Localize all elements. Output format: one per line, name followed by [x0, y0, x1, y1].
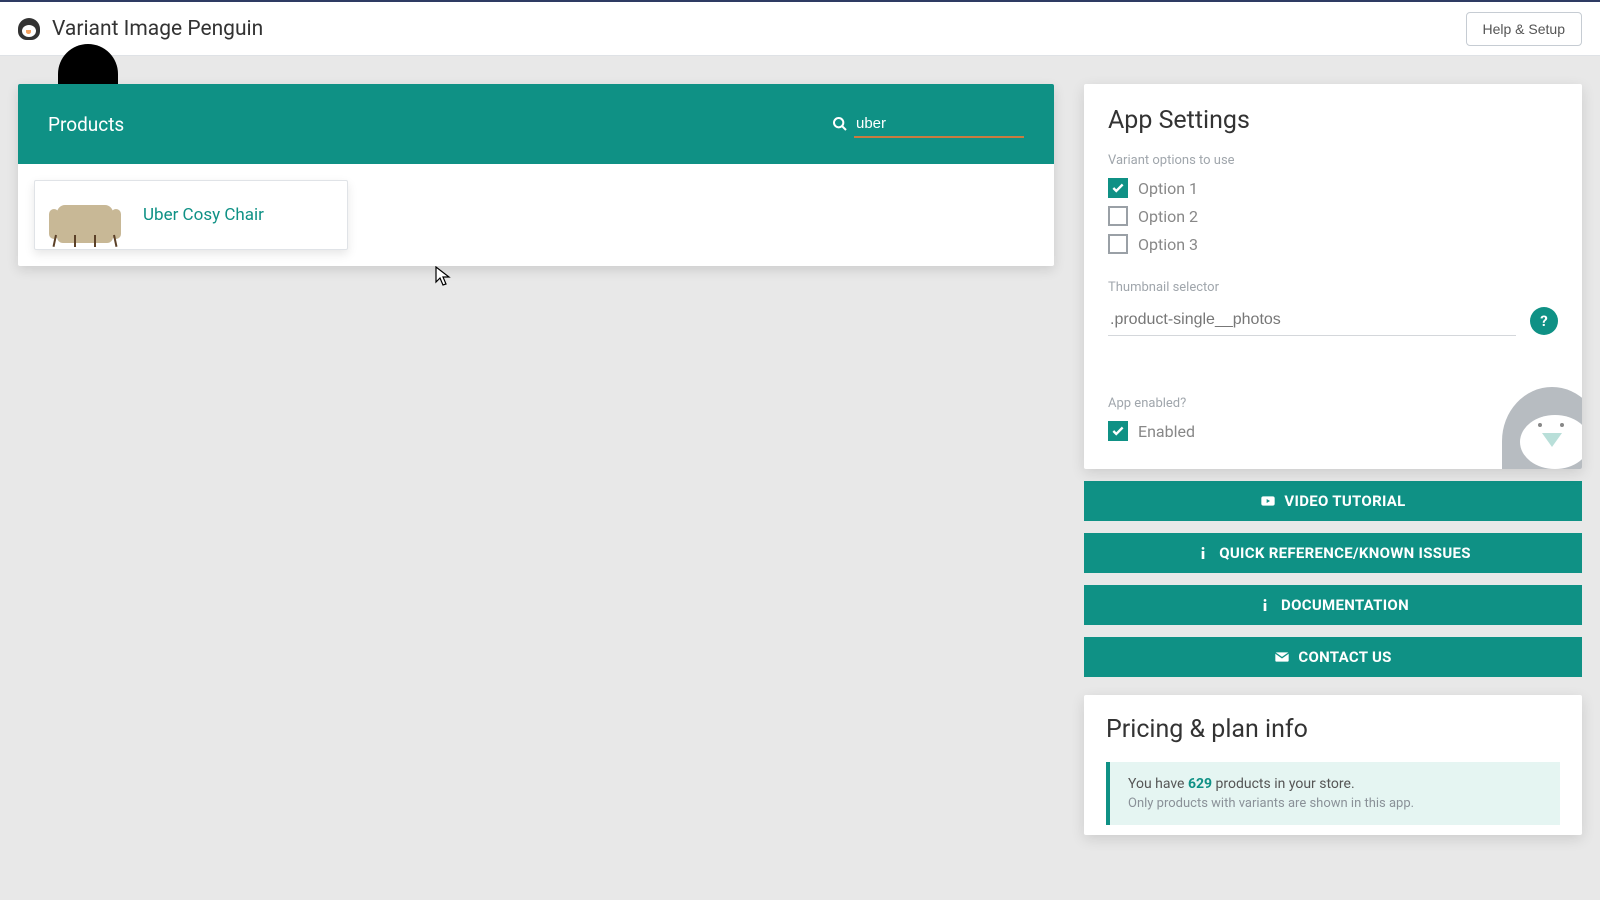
checkbox-icon	[1108, 206, 1128, 226]
pricing-info-box: You have 629 products in your store. Onl…	[1106, 762, 1560, 825]
thumbnail-label: Thumbnail selector	[1108, 280, 1558, 295]
thumbnail-selector-input[interactable]	[1108, 305, 1516, 336]
video-tutorial-button[interactable]: VIDEO TUTORIAL	[1084, 481, 1582, 521]
button-label: CONTACT US	[1298, 648, 1391, 666]
app-title: Variant Image Penguin	[52, 17, 263, 41]
variant-options-label: Variant options to use	[1108, 153, 1558, 168]
pricing-title: Pricing & plan info	[1106, 715, 1560, 744]
quick-reference-button[interactable]: QUICK REFERENCE/KNOWN ISSUES	[1084, 533, 1582, 573]
products-search-input[interactable]	[854, 111, 1024, 138]
play-icon	[1260, 493, 1276, 509]
search-icon	[832, 116, 848, 132]
checkbox-icon	[1108, 421, 1128, 441]
button-label: QUICK REFERENCE/KNOWN ISSUES	[1219, 544, 1471, 562]
penguin-corner-icon	[1502, 387, 1582, 469]
help-setup-button[interactable]: Help & Setup	[1466, 12, 1583, 46]
product-card[interactable]: Uber Cosy Chair	[34, 180, 348, 250]
option-1-checkbox[interactable]: Option 1	[1108, 178, 1558, 198]
header: Variant Image Penguin Help & Setup	[0, 2, 1600, 56]
option-3-checkbox[interactable]: Option 3	[1108, 234, 1558, 254]
button-label: DOCUMENTATION	[1281, 596, 1409, 614]
info-icon	[1195, 545, 1211, 561]
product-thumbnail	[45, 187, 125, 243]
checkbox-icon	[1108, 178, 1128, 198]
products-panel: Products Uber Cosy Chair	[18, 84, 1054, 266]
option-2-checkbox[interactable]: Option 2	[1108, 206, 1558, 226]
product-count: 629	[1188, 776, 1212, 792]
thumbnail-help-button[interactable]: ?	[1530, 307, 1558, 335]
contact-us-button[interactable]: CONTACT US	[1084, 637, 1582, 677]
envelope-icon	[1274, 649, 1290, 665]
option-label: Option 2	[1138, 207, 1198, 226]
app-enabled-label: App enabled?	[1108, 396, 1558, 411]
pricing-panel: Pricing & plan info You have 629 product…	[1084, 695, 1582, 835]
button-label: VIDEO TUTORIAL	[1284, 492, 1405, 510]
option-label: Option 3	[1138, 235, 1198, 254]
pricing-line-2: Only products with variants are shown in…	[1128, 796, 1542, 811]
documentation-button[interactable]: DOCUMENTATION	[1084, 585, 1582, 625]
pricing-line-1: You have 629 products in your store.	[1128, 776, 1542, 792]
penguin-logo-icon	[18, 18, 40, 40]
products-title: Products	[48, 113, 124, 136]
info-icon	[1257, 597, 1273, 613]
cursor-icon	[435, 266, 451, 288]
settings-title: App Settings	[1108, 106, 1558, 135]
enabled-label: Enabled	[1138, 422, 1195, 441]
checkbox-icon	[1108, 234, 1128, 254]
option-label: Option 1	[1138, 179, 1198, 198]
settings-panel: App Settings Variant options to use Opti…	[1084, 84, 1582, 469]
enabled-checkbox[interactable]: Enabled	[1108, 421, 1558, 441]
product-name: Uber Cosy Chair	[143, 205, 264, 225]
